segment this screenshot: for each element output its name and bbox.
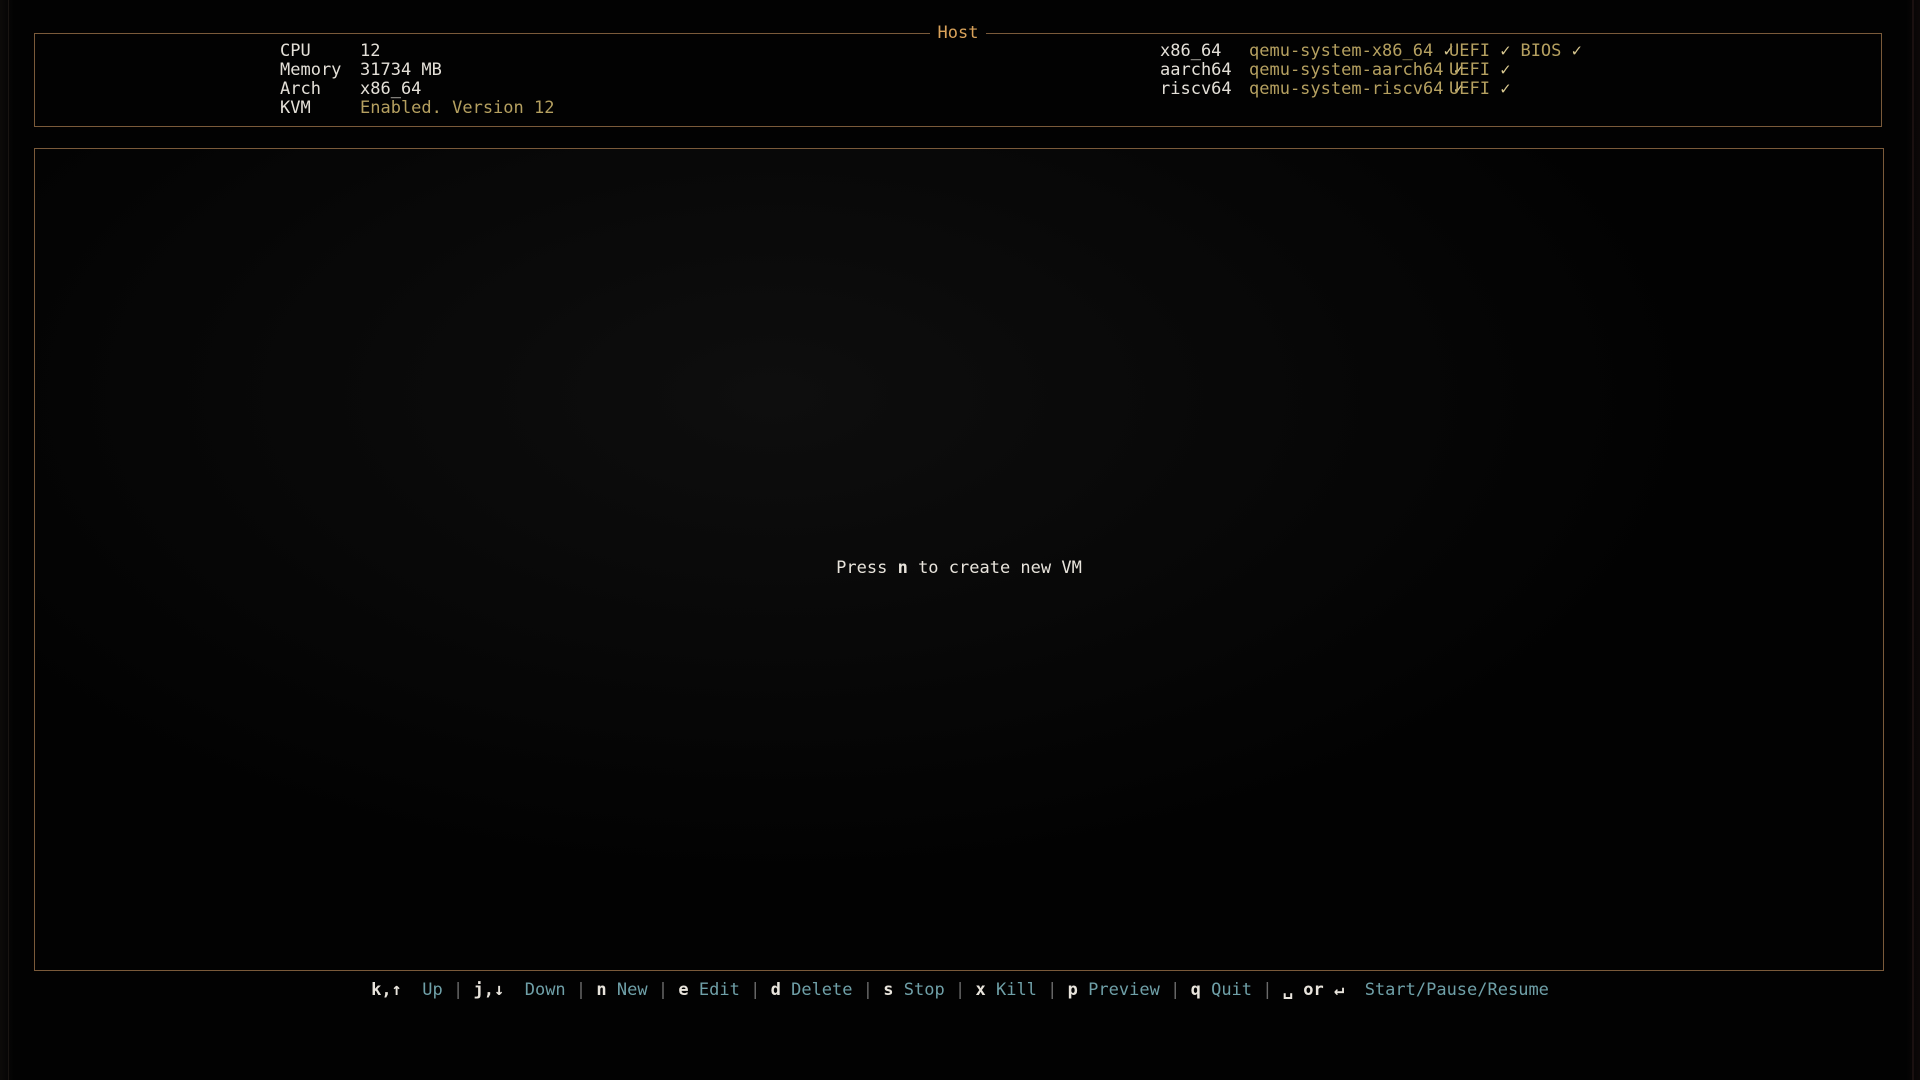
vm-list-panel[interactable]: Press n to create new VM: [34, 148, 1884, 971]
hint-label-up: Up: [422, 980, 443, 1000]
hint-label-preview: Preview: [1088, 980, 1160, 1000]
terminal-screen: Host CPU 12 Memory 31734 MB Arch x86_64 …: [0, 0, 1920, 1080]
cpu-value: 12: [360, 41, 381, 61]
firmware-uefi: UEFI ✓: [1449, 42, 1510, 61]
firmware-uefi: UEFI ✓: [1449, 80, 1510, 99]
arch-name: x86_64: [1160, 41, 1222, 61]
hint-separator: |: [1262, 980, 1273, 1000]
arch-value: x86_64: [360, 79, 422, 99]
window-edge-right: [1912, 0, 1914, 1080]
check-icon: ✓: [1500, 79, 1511, 99]
hint-label-start-pause: Start/Pause/Resume: [1364, 980, 1549, 1000]
firmware-uefi: UEFI ✓: [1449, 61, 1510, 80]
architecture-row: aarch64 qemu-system-aarch64 ✓ UEFI ✓: [1160, 61, 1592, 80]
qemu-binary: qemu-system-x86_64 ✓: [1249, 41, 1454, 61]
hint-label-kill: Kill: [995, 980, 1037, 1000]
hint-separator: |: [1047, 980, 1058, 1000]
check-icon: ✓: [1500, 60, 1511, 80]
hint-separator: |: [453, 980, 464, 1000]
hint-label-quit: Quit: [1211, 980, 1253, 1000]
empty-vm-message: Press n to create new VM: [35, 558, 1883, 578]
memory-label: Memory: [280, 60, 342, 80]
hint-label-stop: Stop: [903, 980, 945, 1000]
qemu-binary-name: qemu-system-x86_64: [1249, 41, 1434, 61]
hint-key-preview: p: [1067, 980, 1078, 1000]
hint-separator: |: [862, 980, 874, 1000]
host-info: CPU 12 Memory 31734 MB Arch x86_64 KVM E…: [280, 42, 554, 118]
hint-label-delete: Delete: [791, 980, 853, 1000]
qemu-binary: qemu-system-aarch64 ✓: [1249, 60, 1464, 80]
hint-separator: |: [575, 980, 587, 1000]
hint-separator: |: [1170, 980, 1181, 1000]
qemu-binary-name: qemu-system-riscv64: [1249, 79, 1444, 99]
firmware-label: UEFI: [1449, 79, 1490, 99]
kvm-label: KVM: [280, 98, 311, 118]
hint-key-new: n: [596, 980, 607, 1000]
hint-key-delete: d: [770, 980, 781, 1000]
hint-key-up: k,↑: [371, 980, 402, 1000]
new-vm-key: n: [897, 558, 908, 578]
architecture-list: x86_64 qemu-system-x86_64 ✓ UEFI ✓ BIOS …: [1160, 42, 1592, 99]
hint-key-kill: x: [975, 980, 986, 1000]
firmware-bios: BIOS ✓: [1520, 42, 1581, 61]
hint-key-stop: s: [883, 980, 894, 1000]
hint-label-edit: Edit: [698, 980, 740, 1000]
empty-message-suffix: to create new VM: [907, 558, 1082, 578]
firmware-label: UEFI: [1449, 60, 1490, 80]
firmware-label: BIOS: [1520, 41, 1562, 61]
hint-key-quit: q: [1190, 980, 1201, 1000]
qemu-binary-name: qemu-system-aarch64: [1249, 60, 1444, 80]
architecture-row: riscv64 qemu-system-riscv64 ✓ UEFI ✓: [1160, 80, 1592, 99]
host-panel-title: Host: [35, 22, 1881, 44]
kvm-value: Enabled. Version 12: [360, 98, 555, 118]
hint-separator: |: [750, 980, 761, 1000]
hint-separator: |: [954, 980, 966, 1000]
cpu-label: CPU: [280, 41, 311, 61]
hint-separator: |: [657, 980, 669, 1000]
empty-message-prefix: Press: [836, 558, 898, 578]
host-panel: Host CPU 12 Memory 31734 MB Arch x86_64 …: [34, 23, 1882, 127]
check-icon: ✓: [1500, 41, 1511, 61]
keybinding-hint-bar: k,↑ Up | j,↓ Down | n New | e Edit | d D…: [0, 979, 1920, 1001]
arch-name: aarch64: [1160, 60, 1232, 80]
hint-label-new: New: [616, 980, 648, 1000]
arch-label: Arch: [280, 79, 321, 99]
hint-key-down: j,↓: [473, 980, 505, 1000]
qemu-binary: qemu-system-riscv64 ✓: [1249, 79, 1464, 99]
check-icon: ✓: [1571, 41, 1582, 61]
arch-name: riscv64: [1160, 79, 1232, 99]
firmware-label: UEFI: [1449, 41, 1490, 61]
host-title-text: Host: [929, 23, 987, 43]
hint-label-down: Down: [524, 980, 566, 1000]
hint-key-start-pause: ␣ or ↵: [1282, 980, 1345, 1000]
memory-value: 31734 MB: [360, 60, 442, 80]
hint-key-edit: e: [678, 980, 689, 1000]
window-edge-left: [8, 0, 9, 1080]
architecture-row: x86_64 qemu-system-x86_64 ✓ UEFI ✓ BIOS …: [1160, 42, 1592, 61]
